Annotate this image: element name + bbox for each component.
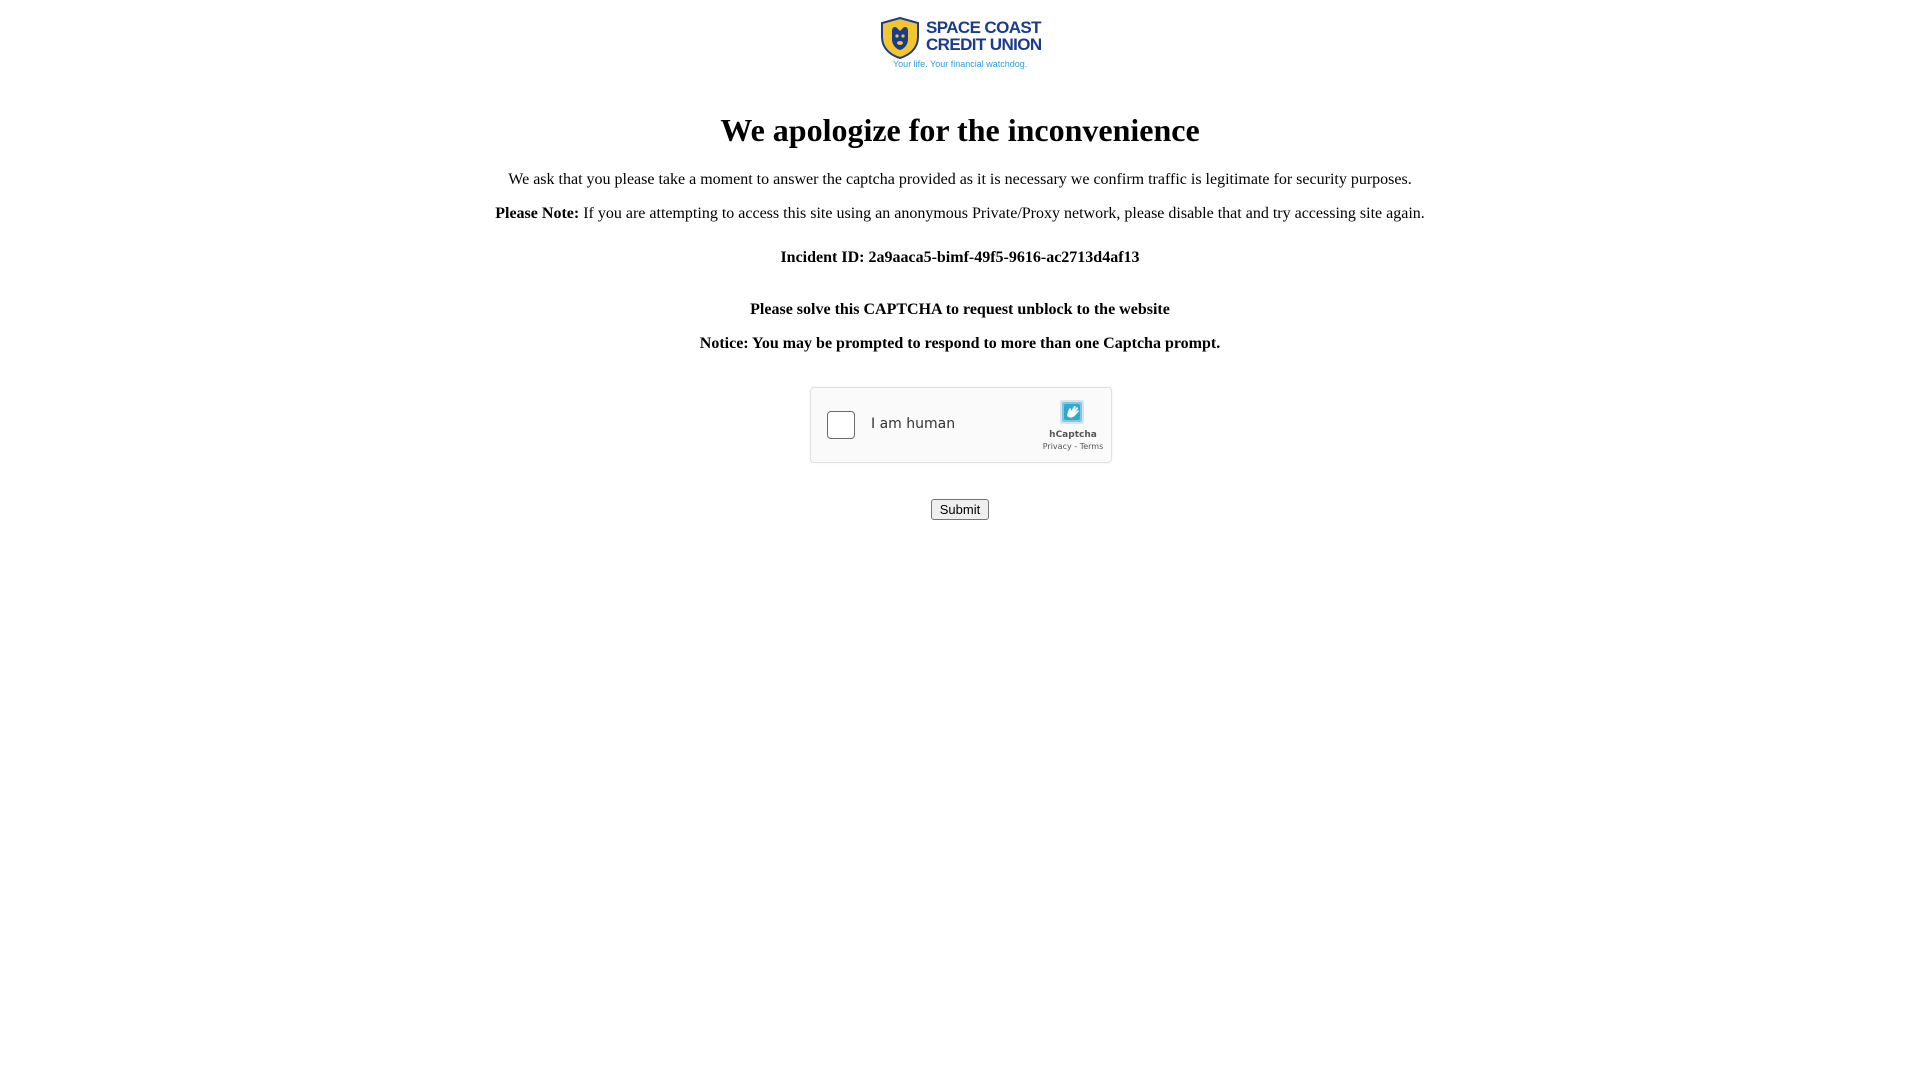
proxy-note-label: Please Note:	[495, 205, 580, 222]
proxy-note-text: If you are attempting to access this sit…	[579, 205, 1425, 222]
incident-id: Incident ID: 2a9aaca5-bimf-49f5-9616-ac2…	[780, 249, 1140, 266]
page: SPACE COAST CREDIT UNION Your life. Your…	[0, 0, 1920, 1080]
hcaptcha-brand: hCaptcha	[1049, 430, 1097, 440]
terms-link[interactable]: Terms	[1080, 442, 1104, 451]
hcaptcha-logo-icon	[1060, 400, 1084, 424]
human-checkbox-label: I am human	[871, 416, 956, 432]
page-title: We apologize for the inconvenience	[720, 112, 1200, 148]
submit-button[interactable]: Submit	[931, 499, 989, 520]
logo-line-2: CREDIT UNION	[926, 35, 1042, 54]
captcha-explanation: We ask that you please take a moment to …	[508, 171, 1412, 188]
watchdog-shield-icon	[881, 17, 919, 59]
scccu-logo: SPACE COAST CREDIT UNION Your life. Your…	[878, 16, 1042, 74]
captcha-notice: Notice: You may be prompted to respond t…	[699, 335, 1221, 352]
hcaptcha-widget: I am human hCaptcha Privacy - Terms	[810, 387, 1112, 463]
solve-prompt: Please solve this CAPTCHA to request unb…	[750, 301, 1170, 318]
privacy-link[interactable]: Privacy	[1043, 442, 1072, 451]
human-checkbox[interactable]	[827, 411, 855, 439]
links-separator: -	[1071, 442, 1080, 451]
logo-tagline: Your life. Your financial watchdog.	[893, 59, 1028, 69]
proxy-note: Please Note: If you are attempting to ac…	[0, 204, 1920, 224]
hcaptcha-links: Privacy - Terms	[1037, 442, 1109, 451]
